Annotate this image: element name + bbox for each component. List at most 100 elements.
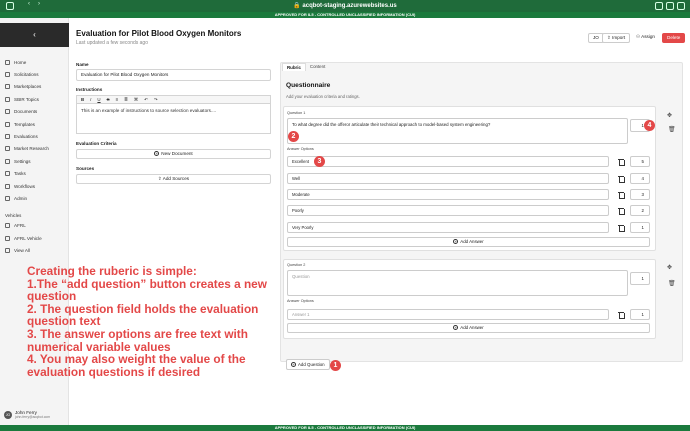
tabs-overview-icon[interactable] xyxy=(677,2,685,10)
store-icon xyxy=(5,84,10,90)
sidebar-item-tasks[interactable]: Tasks xyxy=(0,168,69,180)
sidebar-item-view-all[interactable]: View All xyxy=(0,244,69,256)
answer-value-input[interactable]: 2 xyxy=(630,205,650,216)
name-label: Name xyxy=(76,62,89,67)
instructions-label: Instructions xyxy=(76,87,103,92)
annotation-marker-4: 4 xyxy=(644,120,655,131)
answer-input[interactable]: Answer 1 xyxy=(287,309,609,320)
answer-value-input[interactable]: 5 xyxy=(630,156,650,167)
answer-options-label: Answer Options xyxy=(287,299,314,303)
drag-handle-icon[interactable]: ✥ xyxy=(667,112,672,119)
sidebar-item-label: Evaluations xyxy=(14,134,38,140)
sidebar-item-afrl-vehicle[interactable]: AFRL Vehicle xyxy=(0,232,69,244)
add-question-button[interactable]: + Add Question xyxy=(286,359,330,370)
sidebar-item-sbir-topics[interactable]: SBIR Topics xyxy=(0,93,69,105)
answer-input[interactable]: Well xyxy=(287,173,609,184)
address-bar[interactable]: 🔒 acqbot-staging.azurewebsites.us xyxy=(0,2,690,9)
underline-button[interactable]: U xyxy=(97,97,100,102)
sidebar-item-evaluations[interactable]: Evaluations xyxy=(0,130,69,142)
italic-button[interactable]: I xyxy=(90,97,91,102)
add-question-label: Add Question xyxy=(298,362,325,367)
sidebar-collapse-button[interactable]: ‹ xyxy=(0,23,69,47)
question-label: Question 1 xyxy=(287,111,306,115)
plus-icon: + xyxy=(154,151,160,157)
sidebar-item-label: AFRL xyxy=(14,223,26,229)
plus-icon: + xyxy=(453,239,459,245)
trash-icon[interactable]: 🗑 xyxy=(668,280,676,287)
overlay-line: question xyxy=(27,289,77,304)
answer-options-label: Answer Options xyxy=(287,147,314,151)
answer-input[interactable]: Moderate xyxy=(287,189,609,200)
sidebar-item-home[interactable]: Home xyxy=(0,56,69,68)
import-button[interactable]: ⇪ Import xyxy=(602,33,631,43)
name-input[interactable]: Evaluation for Pilot Blood Oxygen Monito… xyxy=(76,69,271,81)
trash-icon[interactable] xyxy=(618,311,625,319)
add-answer-button[interactable]: + Add Answer xyxy=(287,323,650,333)
new-tab-icon[interactable] xyxy=(666,2,674,10)
plus-icon: + xyxy=(453,325,459,331)
strike-button[interactable]: S xyxy=(107,97,110,102)
link-button[interactable]: ⌘ xyxy=(134,97,138,103)
template-icon xyxy=(5,121,10,127)
answer-input[interactable]: Very Poorly xyxy=(287,222,609,233)
user-email: john.ferry@acqbot.com xyxy=(15,415,51,419)
plus-icon: + xyxy=(291,362,296,368)
new-document-label: New Document xyxy=(161,151,193,156)
user-profile[interactable]: JO John Ferry john.ferry@acqbot.com xyxy=(4,410,50,419)
numbered-list-button[interactable]: ≣ xyxy=(124,97,128,103)
home-icon xyxy=(5,59,10,65)
question-weight-input[interactable]: 1 xyxy=(630,272,650,285)
annotation-marker-2: 2 xyxy=(288,131,299,142)
redo-button[interactable]: ↷ xyxy=(154,97,158,103)
answer-value-input[interactable]: 1 xyxy=(630,222,650,233)
question-text-input[interactable]: Question xyxy=(287,270,628,296)
delete-button[interactable]: Delete xyxy=(662,33,686,43)
drag-handle-icon[interactable]: ✥ xyxy=(667,264,672,271)
share-icon[interactable] xyxy=(655,2,663,10)
add-sources-button[interactable]: ⇪ Add Sources xyxy=(76,174,271,184)
avatar: JO xyxy=(4,410,12,419)
trash-icon[interactable] xyxy=(618,158,625,166)
url-text: acqbot-staging.azurewebsites.us xyxy=(302,3,397,9)
file-icon xyxy=(5,72,10,78)
overlay-line: 3. The answer options are free text with xyxy=(27,326,248,341)
answer-value-input[interactable]: 3 xyxy=(630,189,650,200)
sidebar-item-workflows[interactable]: Workflows xyxy=(0,180,69,192)
sidebar-item-marketplaces[interactable]: Marketplaces xyxy=(0,81,69,93)
undo-button[interactable]: ↶ xyxy=(144,97,148,103)
sidebar-item-templates[interactable]: Templates xyxy=(0,118,69,130)
sidebar-item-afrl[interactable]: AFRL xyxy=(0,220,69,232)
vehicle-icon xyxy=(5,235,10,241)
overlay-line: Creating the ruberic is simple: xyxy=(27,264,197,278)
answer-value-input[interactable]: 1 xyxy=(630,309,650,320)
question-label: Question 2 xyxy=(287,263,306,267)
workflow-icon xyxy=(5,183,10,189)
bold-button[interactable]: B xyxy=(81,97,84,102)
answer-input[interactable]: Poorly xyxy=(287,205,609,216)
answer-input[interactable]: Excellent xyxy=(287,156,609,167)
trash-icon[interactable]: 🗑 xyxy=(668,126,676,133)
answer-value-input[interactable]: 4 xyxy=(630,173,650,184)
question-text-input[interactable]: To what degree did the offeror articulat… xyxy=(287,118,628,144)
assign-button[interactable]: ⚇ Assign xyxy=(632,33,659,43)
sidebar-item-market-research[interactable]: Market Research xyxy=(0,143,69,155)
check-icon xyxy=(5,134,10,140)
tab-rubric[interactable]: Rubric xyxy=(282,63,306,71)
trash-icon[interactable] xyxy=(618,191,625,199)
sidebar-item-documents[interactable]: Documents xyxy=(0,106,69,118)
sidebar-item-solicitations[interactable]: Solicitations xyxy=(0,68,69,80)
bullet-list-button[interactable]: ≡ xyxy=(116,97,119,102)
trash-icon[interactable] xyxy=(618,207,625,215)
tab-content[interactable]: Content xyxy=(306,63,329,71)
trash-icon[interactable] xyxy=(618,175,625,183)
trash-icon[interactable] xyxy=(618,224,625,232)
instructions-editor[interactable]: This is an example of instructions to so… xyxy=(76,104,271,134)
sidebar-item-label: Home xyxy=(14,59,27,65)
classification-banner-top: APPROVED FOR IL5 - CONTROLLED UNCLASSIFI… xyxy=(0,12,690,18)
evaluation-criteria-label: Evaluation Criteria xyxy=(76,141,117,146)
last-updated-text: Last updated a few seconds ago xyxy=(76,40,148,46)
sidebar-item-admin[interactable]: Admin xyxy=(0,192,69,204)
sidebar-item-settings[interactable]: Settings xyxy=(0,155,69,167)
new-document-button[interactable]: + New Document xyxy=(76,149,271,159)
add-answer-button[interactable]: + Add Answer xyxy=(287,237,650,247)
